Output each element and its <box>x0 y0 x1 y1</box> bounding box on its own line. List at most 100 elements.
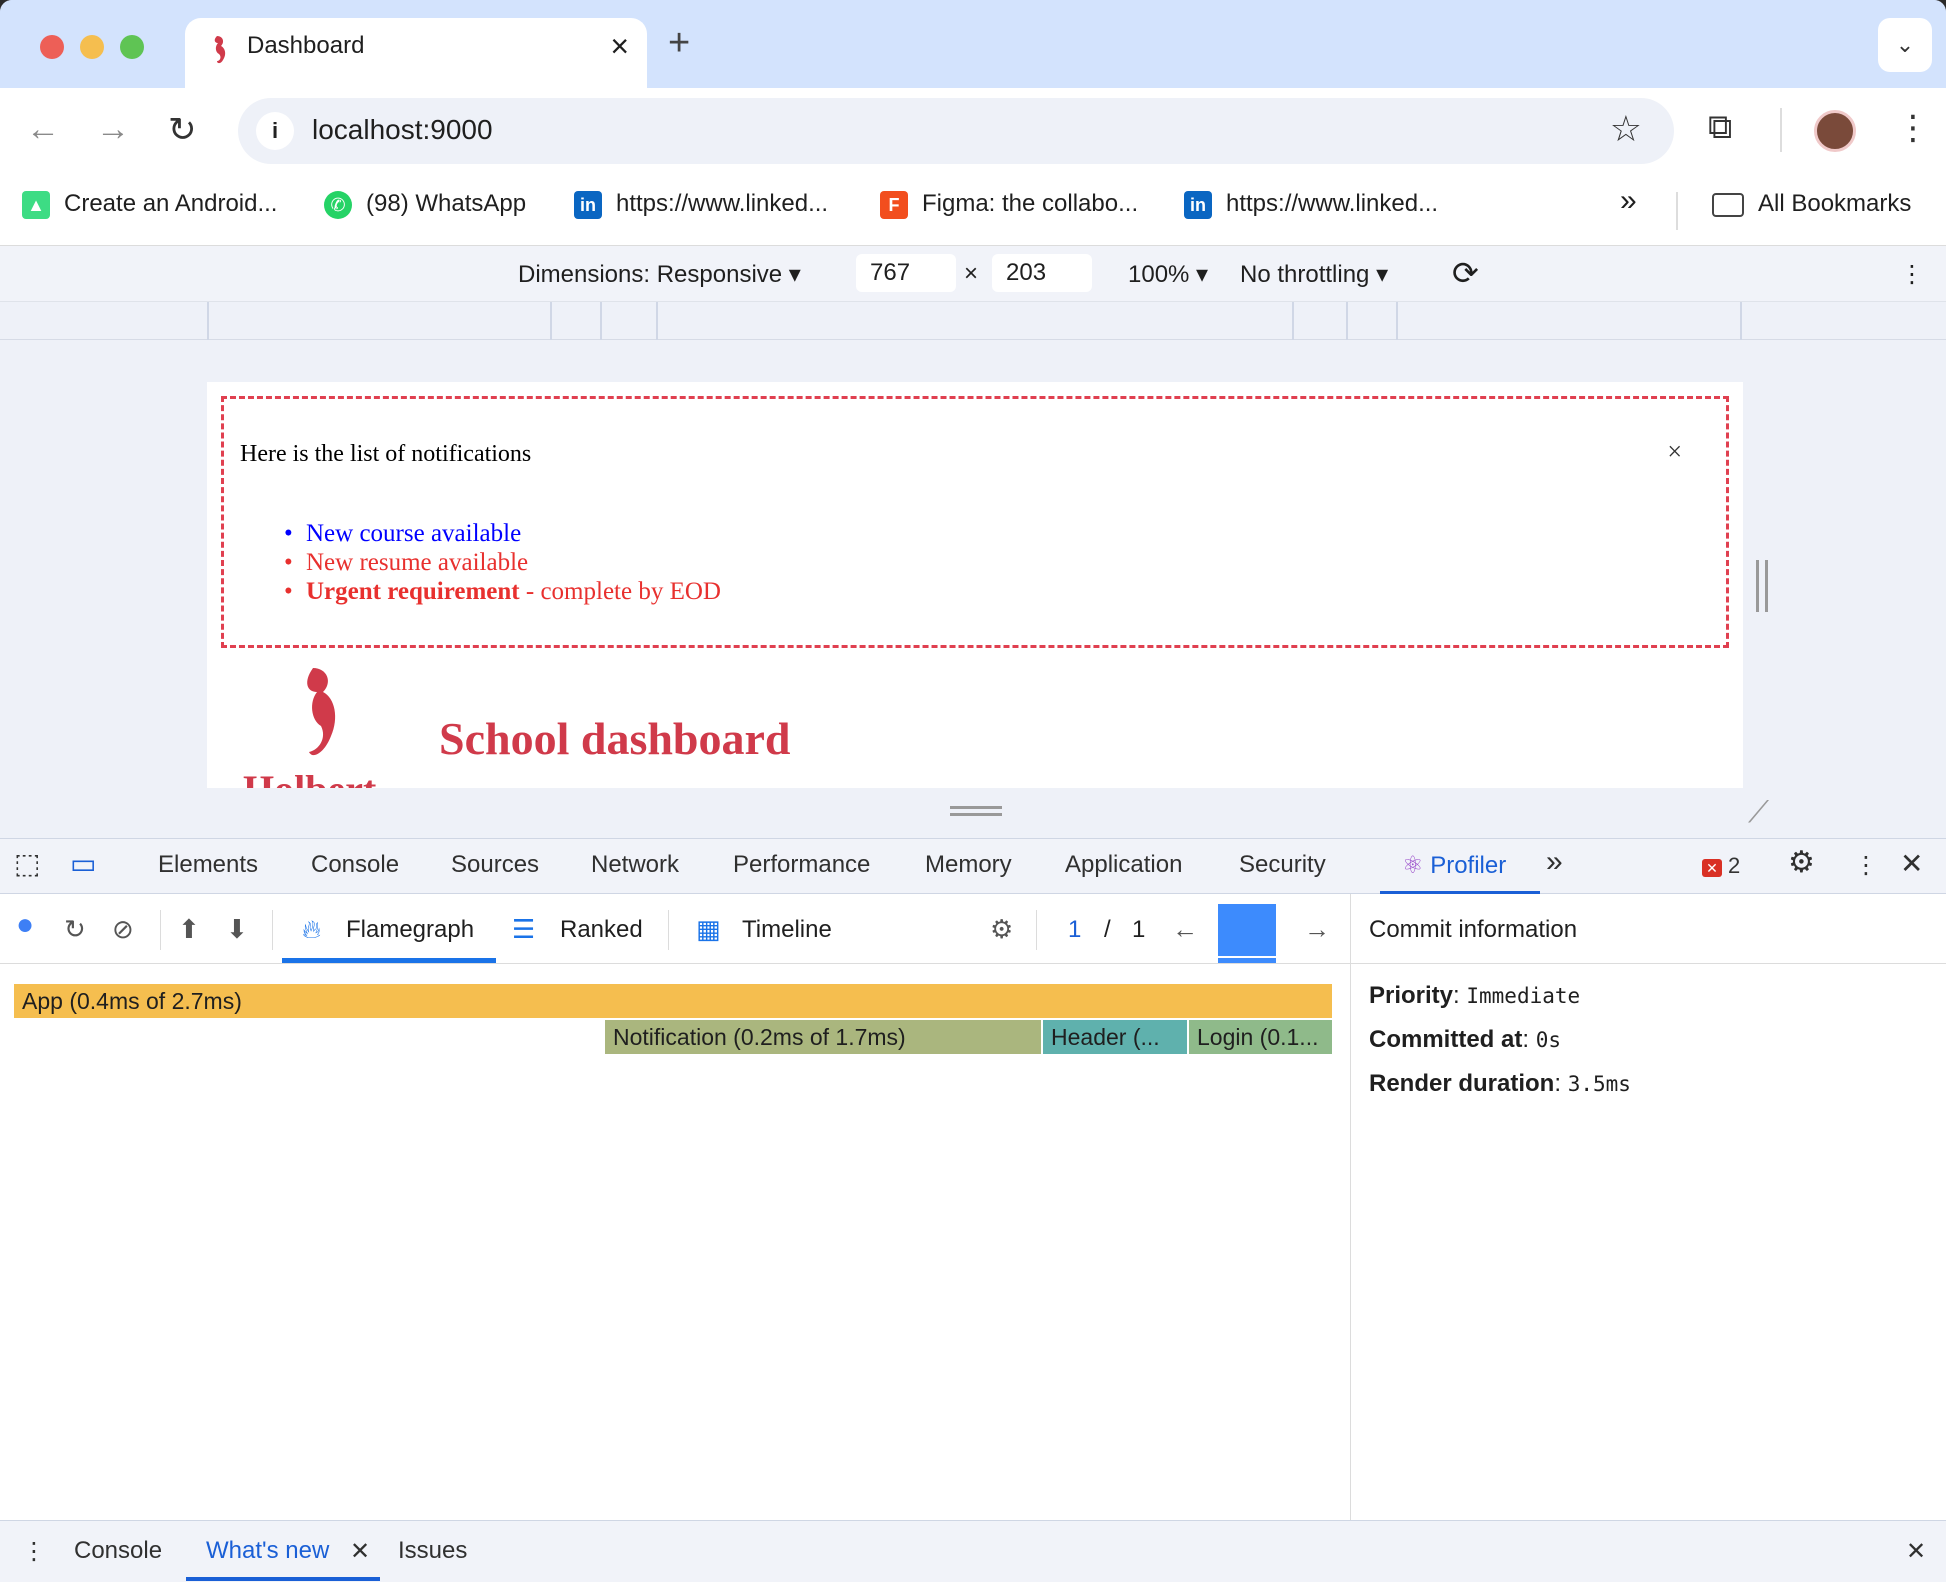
flamegraph-bar-app[interactable]: App (0.4ms of 2.7ms) <box>14 984 1334 1018</box>
new-tab-button[interactable]: + <box>668 22 690 65</box>
address-bar[interactable]: i localhost:9000 ☆ <box>238 98 1674 164</box>
tab-console[interactable]: Console <box>311 851 399 879</box>
render-duration-label: Render duration <box>1369 1070 1555 1097</box>
profiler-settings-gear-icon[interactable]: ⚙ <box>990 914 1013 945</box>
forward-arrow-icon[interactable]: → <box>96 110 130 149</box>
drawer-tab-console[interactable]: Console <box>74 1537 162 1565</box>
throttling-dropdown[interactable]: No throttling ▾ <box>1240 260 1388 289</box>
tab-performance[interactable]: Performance <box>733 851 870 879</box>
notification-item-urgent[interactable]: Urgent requirement - complete by EOD <box>284 577 721 606</box>
page-viewport: Here is the list of notifications × New … <box>207 382 1743 788</box>
device-toggle-icon[interactable]: ▭ <box>70 847 96 880</box>
tab-search-chevron-icon[interactable]: ⌄ <box>1878 18 1932 72</box>
close-drawer-icon[interactable]: ✕ <box>1906 1537 1926 1566</box>
viewport-corner-resize-icon[interactable]: ⟋ <box>1748 796 1769 830</box>
record-icon[interactable]: ● <box>16 908 34 942</box>
commit-information-panel: Commit information Priority: Immediate C… <box>1350 894 1946 1520</box>
notification-item-default[interactable]: New course available <box>284 519 721 548</box>
urgent-rest: - complete by EOD <box>519 578 721 605</box>
drawer-tab-whats-new[interactable]: What's new <box>206 1537 329 1565</box>
commit-separator: / <box>1104 916 1111 943</box>
drawer-tab-issues[interactable]: Issues <box>398 1537 467 1565</box>
bookmark-item[interactable]: in https://www.linked... <box>574 190 828 219</box>
more-tabs-chevron-icon[interactable]: » <box>1546 845 1563 879</box>
width-input[interactable]: 767 <box>856 254 956 292</box>
tab-application[interactable]: Application <box>1065 851 1182 879</box>
extensions-puzzle-icon[interactable]: ⧉ <box>1708 108 1732 147</box>
close-notifications-icon[interactable]: × <box>1667 437 1682 467</box>
inspect-element-icon[interactable]: ⬚ <box>14 847 40 880</box>
profile-avatar[interactable] <box>1814 110 1856 152</box>
previous-commit-arrow-icon[interactable]: ← <box>1172 914 1198 945</box>
tab-ranked[interactable]: Ranked <box>560 916 643 944</box>
devtools-settings-gear-icon[interactable]: ⚙ <box>1788 845 1815 880</box>
linkedin-icon: in <box>1184 190 1212 219</box>
tab-memory[interactable]: Memory <box>925 851 1012 879</box>
figma-icon: F <box>880 190 908 219</box>
profiler-toolbar: ● ↻ ⊘ ⬆ ⬇ 🔥︎ Flamegraph ☰ Ranked ▦ Timel… <box>0 894 1350 964</box>
tab-flamegraph[interactable]: Flamegraph <box>346 916 474 944</box>
device-toolbar-kebab-icon[interactable]: ⋮ <box>1900 260 1924 289</box>
drawer-kebab-icon[interactable]: ⋮ <box>22 1537 46 1566</box>
notification-item-default[interactable]: New resume available <box>284 548 721 577</box>
flamegraph-bar-login[interactable]: Login (0.1... <box>1189 1020 1334 1054</box>
close-window-button[interactable] <box>40 35 64 59</box>
tab-profiler[interactable]: ⚛ Profiler <box>1402 851 1506 880</box>
clear-profile-icon[interactable]: ⊘ <box>112 914 134 945</box>
bookmark-item[interactable]: ▲ Create an Android... <box>22 190 277 219</box>
bookmark-item[interactable]: F Figma: the collabo... <box>880 190 1138 219</box>
all-bookmarks-label: All Bookmarks <box>1758 190 1912 217</box>
more-bookmarks-chevron-icon[interactable]: » <box>1620 184 1637 218</box>
commit-bar[interactable] <box>1218 904 1276 956</box>
seahorse-logo-icon <box>307 668 336 756</box>
rotate-icon[interactable]: ⟳ <box>1452 254 1479 292</box>
browser-tab-dashboard[interactable]: Dashboard × <box>185 18 647 88</box>
urgent-label: Urgent requirement <box>306 578 520 605</box>
load-profile-icon[interactable]: ⬆ <box>178 914 200 945</box>
minimize-window-button[interactable] <box>80 35 104 59</box>
selected-commit-indicator <box>1218 958 1276 963</box>
viewport-width-resizer[interactable] <box>1756 560 1768 612</box>
bookmark-star-icon[interactable]: ☆ <box>1610 108 1642 150</box>
render-duration-value: 3.5ms <box>1567 1072 1631 1096</box>
browser-menu-kebab-icon[interactable]: ⋮ <box>1896 108 1930 148</box>
flame-icon: 🔥︎ <box>302 914 322 944</box>
site-info-icon[interactable]: i <box>256 112 294 150</box>
next-commit-arrow-icon[interactable]: → <box>1304 914 1330 945</box>
dimensions-dropdown[interactable]: Dimensions: Responsive ▾ <box>518 260 801 289</box>
back-arrow-icon[interactable]: ← <box>26 110 60 149</box>
bookmark-label: (98) WhatsApp <box>366 190 527 217</box>
close-whats-new-icon[interactable]: ✕ <box>350 1537 370 1566</box>
viewport-height-resizer[interactable] <box>950 806 1002 816</box>
flamegraph-bar-notification[interactable]: Notification (0.2ms of 1.7ms) <box>605 1020 1043 1054</box>
close-tab-icon[interactable]: × <box>610 28 629 65</box>
tab-network[interactable]: Network <box>591 851 679 879</box>
browser-toolbar: ← → ↻ i localhost:9000 ☆ ⧉ ⋮ <box>0 88 1946 176</box>
flamegraph-bar-header[interactable]: Header (... <box>1043 1020 1189 1054</box>
devtools-kebab-icon[interactable]: ⋮ <box>1854 851 1878 880</box>
bookmark-item[interactable]: in https://www.linked... <box>1184 190 1438 219</box>
browser-window: Dashboard × + ⌄ ← → ↻ i localhost:9000 ☆… <box>0 0 1946 1582</box>
save-profile-icon[interactable]: ⬇ <box>226 914 248 945</box>
toolbar-separator <box>668 910 669 950</box>
reload-and-profile-icon[interactable]: ↻ <box>64 914 86 945</box>
zoom-dropdown[interactable]: 100% ▾ <box>1128 260 1208 289</box>
tab-security[interactable]: Security <box>1239 851 1326 879</box>
tab-elements[interactable]: Elements <box>158 851 258 879</box>
device-toolbar: Dimensions: Responsive ▾ 767 × 203 100% … <box>0 246 1946 302</box>
bookmark-item[interactable]: ✆ (98) WhatsApp <box>324 190 526 219</box>
tab-timeline[interactable]: Timeline <box>742 916 832 944</box>
error-count-badge[interactable]: ✕ 2 <box>1702 853 1740 879</box>
all-bookmarks-button[interactable]: All Bookmarks <box>1712 190 1911 218</box>
notifications-intro: Here is the list of notifications <box>240 441 532 467</box>
android-icon: ▲ <box>22 190 50 219</box>
react-atom-icon: ⚛ <box>1402 852 1431 879</box>
maximize-window-button[interactable] <box>120 35 144 59</box>
error-icon: ✕ <box>1702 859 1722 877</box>
height-input[interactable]: 203 <box>992 254 1092 292</box>
bookmark-label: https://www.linked... <box>1226 190 1439 217</box>
reload-icon[interactable]: ↻ <box>168 110 197 150</box>
close-devtools-icon[interactable]: ✕ <box>1900 847 1923 880</box>
url-text[interactable]: localhost:9000 <box>312 114 493 146</box>
tab-sources[interactable]: Sources <box>451 851 539 879</box>
